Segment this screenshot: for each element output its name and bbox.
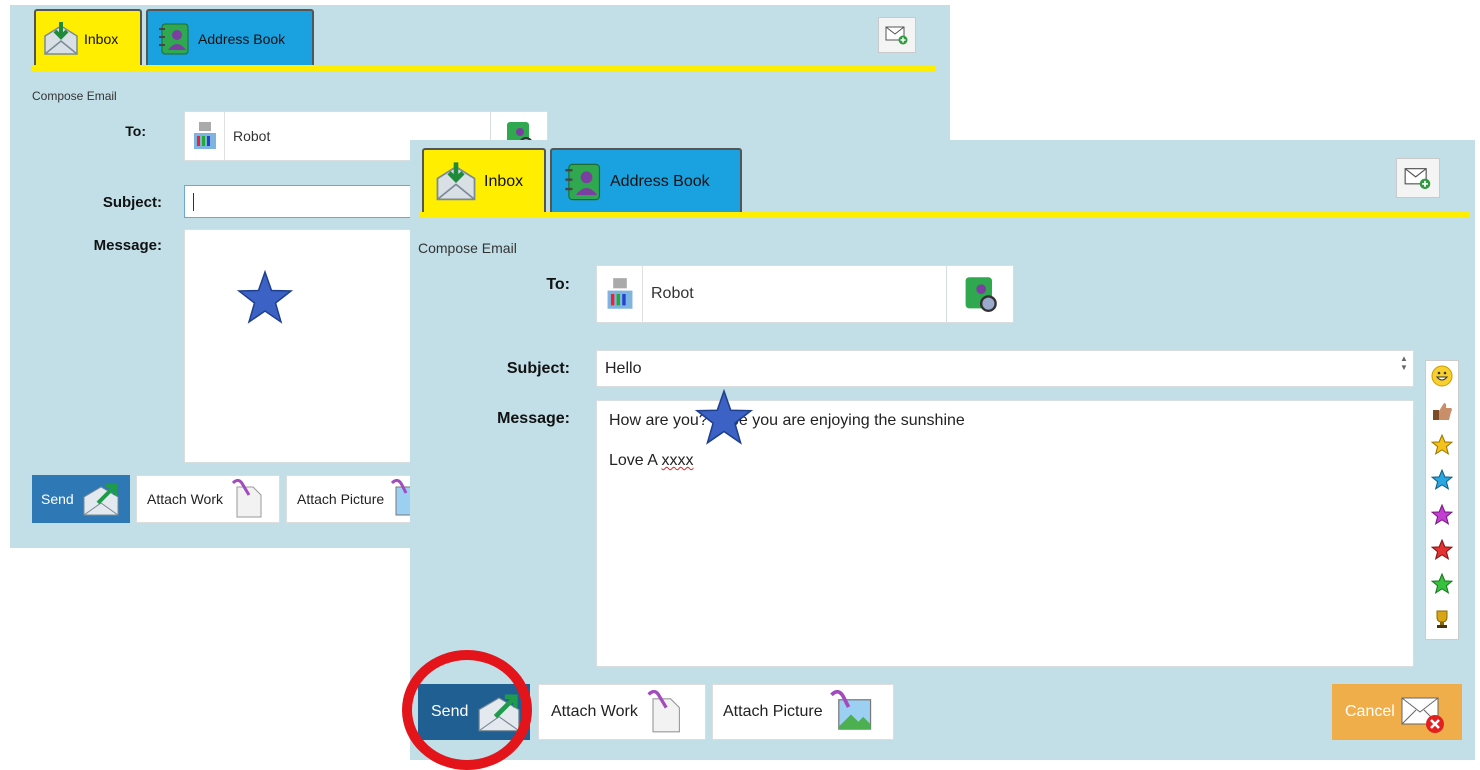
send-envelope-icon — [83, 484, 119, 516]
subject-input[interactable] — [184, 185, 414, 218]
message-textarea[interactable]: How are you? hope you are enjoying the s… — [596, 389, 1414, 667]
tab-bar: Inbox Address Book — [34, 9, 314, 67]
robot-avatar-icon — [597, 266, 643, 322]
address-book-icon — [564, 162, 602, 202]
star-marker-icon — [695, 389, 753, 445]
message-label: Message: — [497, 410, 570, 427]
subject-input[interactable]: Hello — [596, 350, 1414, 387]
cancel-button[interactable]: Cancel — [1332, 684, 1462, 740]
address-book-search-icon — [965, 277, 997, 312]
annotation-circle — [402, 650, 532, 770]
attach-work-icon — [231, 479, 262, 518]
attach-work-icon — [647, 690, 680, 733]
purple-star-icon[interactable] — [1430, 503, 1454, 531]
page-title: Compose Email — [32, 89, 117, 103]
tab-inbox-label: Inbox — [84, 31, 119, 47]
grin-icon[interactable] — [1431, 365, 1453, 392]
trophy-icon[interactable] — [1431, 608, 1453, 635]
page-title: Compose Email — [418, 240, 517, 256]
tab-underline — [420, 212, 1470, 218]
new-email-button[interactable] — [878, 17, 916, 53]
blue-star-icon[interactable] — [1430, 468, 1454, 496]
attach-picture-icon — [829, 690, 871, 730]
thumbs-up-icon[interactable] — [1431, 400, 1453, 427]
to-recipient: Robot — [233, 128, 271, 144]
gold-star-icon[interactable] — [1430, 434, 1454, 461]
address-book-icon — [158, 22, 190, 56]
tab-address-book[interactable]: Address Book — [146, 9, 314, 67]
tab-inbox[interactable]: Inbox — [422, 148, 546, 214]
message-line-2: Love A xxxx — [609, 452, 694, 469]
attach-work-button[interactable]: Attach Work — [136, 475, 280, 523]
message-label: Message: — [93, 237, 162, 254]
misspelled-word: xxxx — [661, 452, 694, 469]
attach-picture-button[interactable]: Attach Picture — [712, 684, 894, 740]
front-compose-panel: Inbox Address Book Compose Email To: Rob… — [410, 140, 1475, 760]
inbox-envelope-icon — [42, 20, 80, 58]
emoji-sidebar — [1425, 360, 1459, 640]
tab-address-book-label: Address Book — [198, 31, 286, 47]
tab-bar[interactable]: Inbox Address Book — [422, 148, 742, 214]
new-email-icon — [885, 26, 908, 45]
send-button[interactable]: Send — [32, 475, 130, 523]
attach-work-button[interactable]: Attach Work — [538, 684, 706, 740]
message-textarea[interactable] — [184, 229, 414, 463]
new-email-icon — [1404, 168, 1431, 190]
to-recipient: Robot — [651, 285, 694, 302]
spin-up-icon: ▲ — [1400, 354, 1408, 363]
to-label: To: — [546, 276, 570, 293]
inbox-envelope-icon — [434, 160, 478, 204]
text-caret — [193, 192, 194, 211]
tab-address-book-label: Address Book — [610, 173, 710, 190]
star-marker-icon — [237, 270, 293, 324]
subject-label: Subject: — [506, 360, 570, 377]
subject-spinner[interactable]: ▲ ▼ — [1398, 354, 1410, 382]
tab-address-book[interactable]: Address Book — [550, 148, 742, 214]
spin-down-icon: ▼ — [1400, 363, 1408, 372]
cancel-envelope-icon — [1401, 697, 1444, 733]
tab-underline — [32, 65, 936, 71]
red-star-icon[interactable] — [1430, 538, 1454, 566]
subject-label: Subject: — [102, 194, 162, 211]
robot-avatar-icon — [185, 112, 225, 160]
tab-inbox[interactable]: Inbox — [34, 9, 142, 67]
to-label: To: — [125, 123, 146, 139]
new-email-button[interactable] — [1396, 158, 1440, 198]
address-book-button[interactable] — [946, 265, 1014, 323]
green-star-icon[interactable] — [1430, 573, 1454, 600]
tab-inbox-label: Inbox — [484, 173, 524, 190]
